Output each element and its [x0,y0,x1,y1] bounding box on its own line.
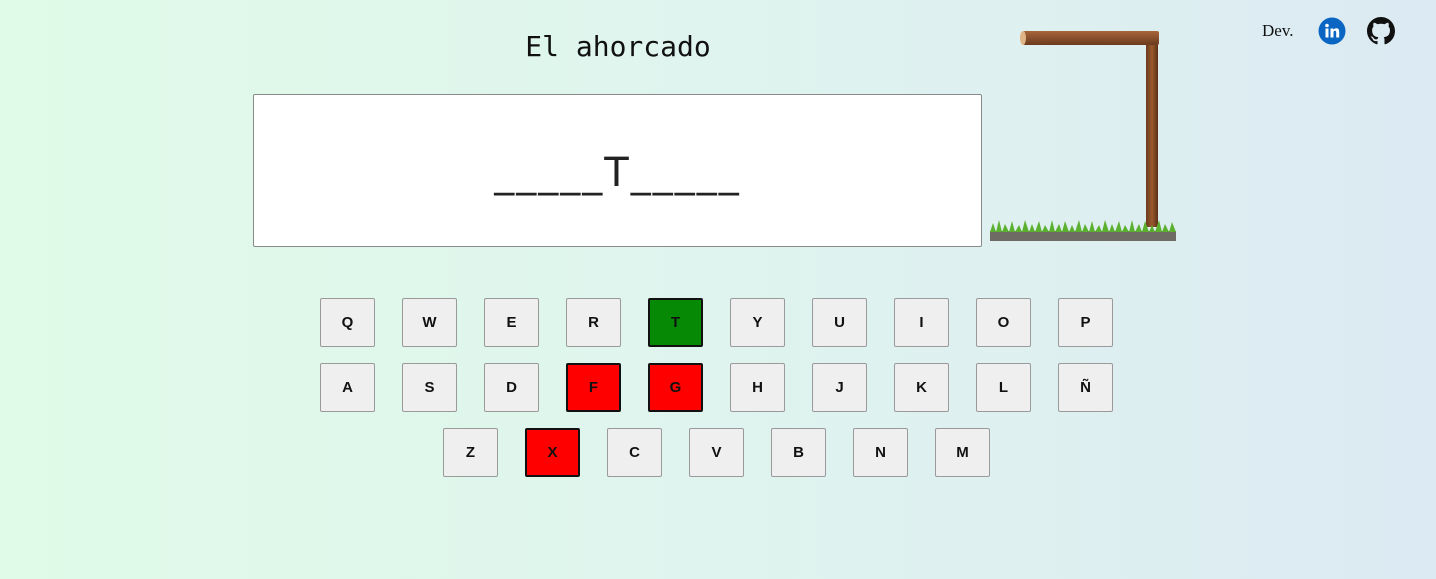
key-x[interactable]: X [525,428,580,477]
ground [990,231,1176,241]
word-display-box: _____T_____ [253,94,982,247]
hidden-word: _____T_____ [494,149,741,196]
key-c[interactable]: C [607,428,662,477]
gallows-image [990,31,1176,241]
gallows-beam [1023,31,1159,45]
key-n[interactable]: N [853,428,908,477]
key-i[interactable]: I [894,298,949,347]
game-title: El ahorcado [525,30,711,63]
key-e[interactable]: E [484,298,539,347]
key-j[interactable]: J [812,363,867,412]
key-v[interactable]: V [689,428,744,477]
key-o[interactable]: O [976,298,1031,347]
key-a[interactable]: A [320,363,375,412]
gallows-post [1146,45,1158,227]
key-h[interactable]: H [730,363,785,412]
key-m[interactable]: M [935,428,990,477]
key-g[interactable]: G [648,363,703,412]
dev-label: Dev. [1262,21,1294,40]
key-r[interactable]: R [566,298,621,347]
key-b[interactable]: B [771,428,826,477]
key-q[interactable]: Q [320,298,375,347]
key-k[interactable]: K [894,363,949,412]
key-u[interactable]: U [812,298,867,347]
key-ñ[interactable]: Ñ [1058,363,1113,412]
key-f[interactable]: F [566,363,621,412]
key-p[interactable]: P [1058,298,1113,347]
key-s[interactable]: S [402,363,457,412]
github-icon[interactable] [1367,17,1395,45]
key-l[interactable]: L [976,363,1031,412]
key-w[interactable]: W [402,298,457,347]
key-z[interactable]: Z [443,428,498,477]
linkedin-icon[interactable] [1318,17,1346,45]
key-t[interactable]: T [648,298,703,347]
key-d[interactable]: D [484,363,539,412]
key-y[interactable]: Y [730,298,785,347]
